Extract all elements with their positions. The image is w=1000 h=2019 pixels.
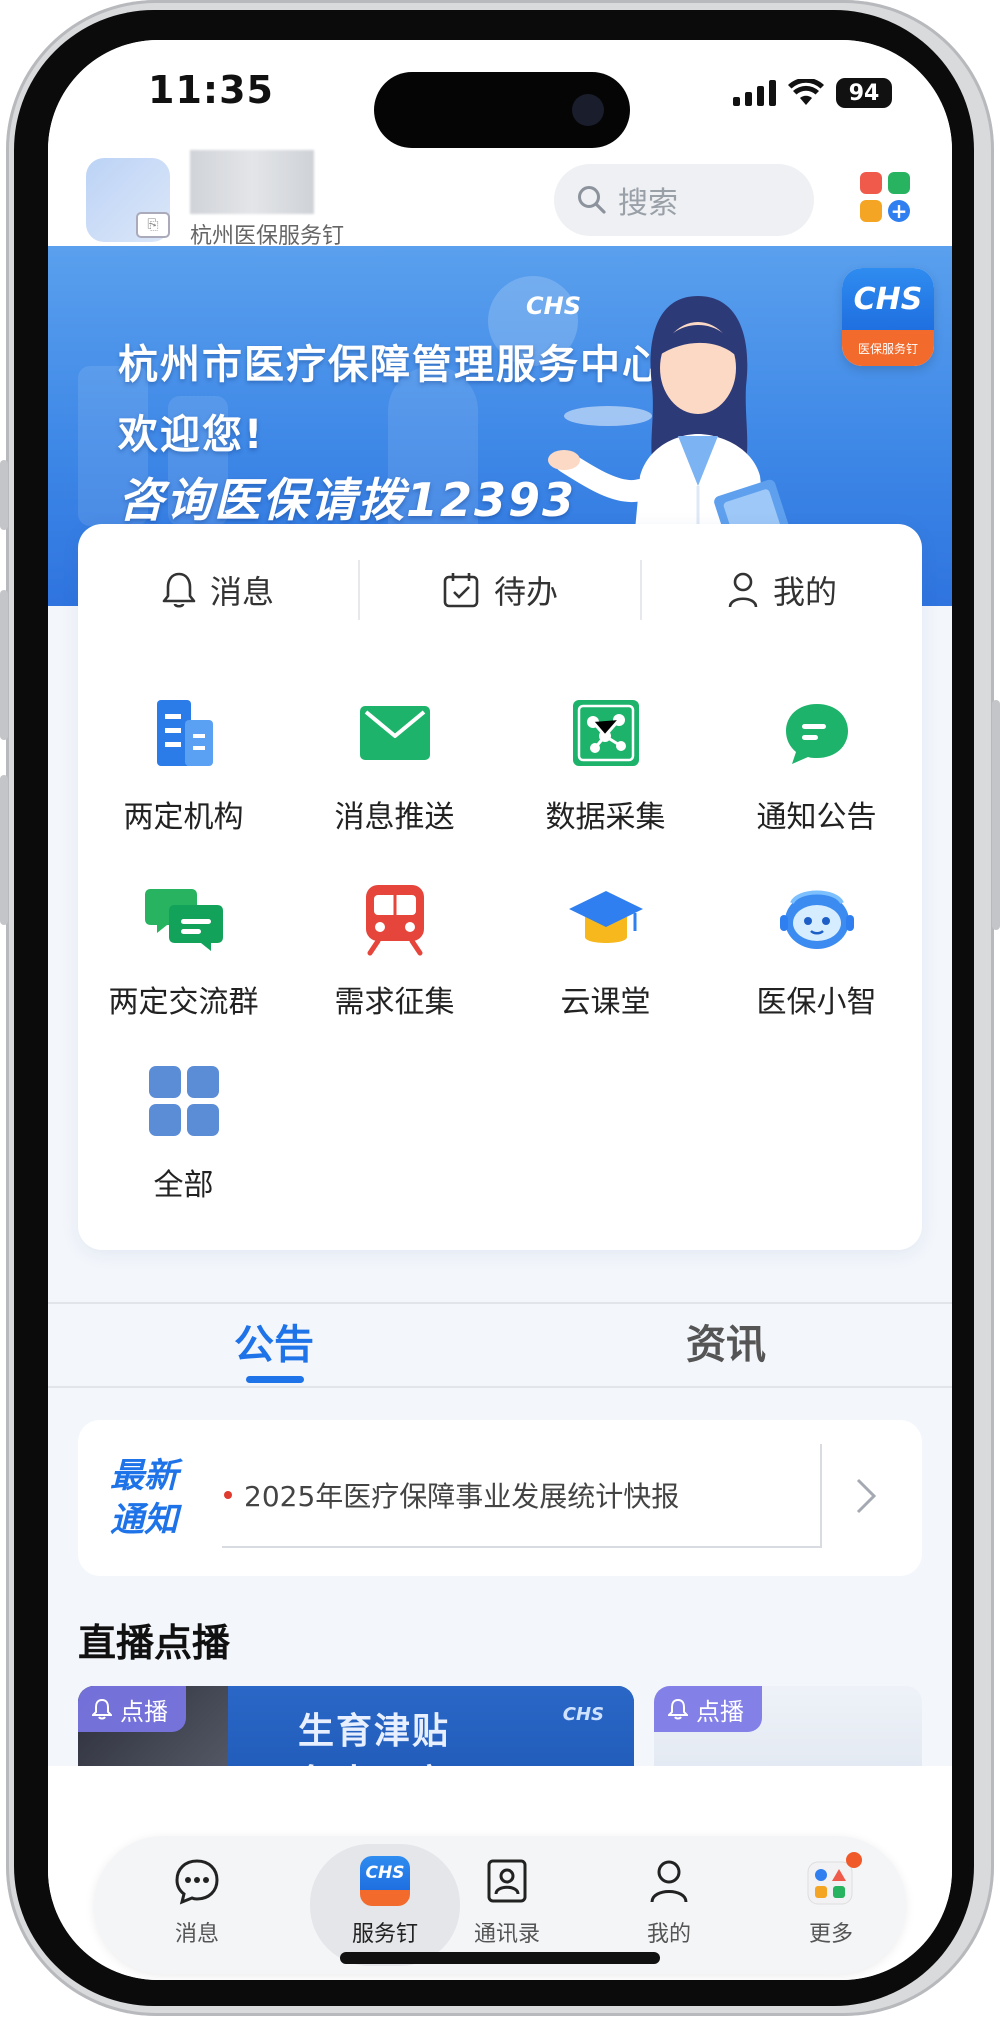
wifi-icon: [788, 79, 824, 105]
active-tab-indicator: [246, 1376, 304, 1383]
service-message-push[interactable]: 消息推送: [289, 694, 500, 864]
chs-icon-text: CHS: [360, 1856, 410, 1890]
quick-tab-label: 待办: [493, 573, 558, 611]
profile-icon: [644, 1856, 694, 1906]
group-chat-icon: [144, 879, 223, 957]
status-time: 11:35: [148, 68, 274, 112]
calendar-check-icon: [443, 573, 479, 608]
quick-tab-label: 我的: [772, 573, 837, 611]
battery-indicator: 94: [836, 78, 892, 108]
bell-icon: [92, 1698, 112, 1720]
section-title-live: 直播点播: [78, 1621, 231, 1665]
chs-app-logo: CHS 医保服务钉: [842, 268, 934, 366]
train-icon: [356, 879, 434, 957]
chs-logo-text: CHS: [842, 268, 934, 330]
data-network-icon: [567, 694, 645, 772]
grid-icon: [145, 1062, 223, 1140]
chevron-right-icon[interactable]: [854, 1476, 878, 1516]
search-icon: [578, 186, 606, 214]
more-apps-icon: [806, 1852, 862, 1906]
notice-item[interactable]: 2025年医疗保障事业发展统计快报: [222, 1444, 822, 1548]
notice-text: 2025年医疗保障事业发展统计快报: [244, 1480, 680, 1513]
service-label: 需求征集: [334, 985, 455, 1020]
quick-tab-messages[interactable]: 消息: [78, 560, 360, 620]
notification-dot: [846, 1852, 862, 1868]
bell-icon: [162, 572, 196, 608]
vod-badge: 点播: [654, 1686, 762, 1732]
quick-tabs: 消息 待办 我的: [78, 560, 922, 620]
graduation-cap-icon: [567, 879, 645, 957]
service-label: 云课堂: [560, 985, 651, 1020]
bullet-dot: [224, 1491, 232, 1499]
app-header: ⎘ 杭州医保服务钉 搜索 +: [48, 150, 952, 249]
phone-side-button: [0, 460, 8, 530]
bell-icon: [668, 1698, 688, 1720]
chat-dots-icon: [172, 1856, 222, 1906]
video-thumbnail-text: 生育津贴: [298, 1711, 451, 1752]
service-label: 全部: [153, 1168, 214, 1203]
chs-app-icon: CHS: [360, 1856, 410, 1906]
phone-volume-up: [0, 590, 8, 740]
quick-tab-label: 消息: [209, 573, 274, 611]
service-two-designated-institutions[interactable]: 两定机构: [78, 694, 289, 864]
chat-bubble-icon: [778, 694, 856, 772]
service-label: 医保小智: [756, 985, 877, 1020]
latest-notice-card[interactable]: 最新 通知 2025年医疗保障事业发展统计快报: [78, 1420, 922, 1576]
service-label: 数据采集: [545, 800, 666, 835]
service-data-collection[interactable]: 数据采集: [500, 694, 711, 864]
chs-logo-subtext: 医保服务钉: [842, 330, 934, 366]
service-exchange-group[interactable]: 两定交流群: [78, 879, 289, 1049]
vod-badge: 点播: [78, 1686, 186, 1732]
vod-badge-label: 点播: [120, 1697, 168, 1726]
screen: 11:35 94 ⎘ 杭州医保服务钉 搜索 + CHS 杭州市医疗保障管理服务中…: [48, 40, 952, 1980]
notice-tag-line1: 最新: [110, 1456, 178, 1496]
tab-announcements[interactable]: 公告: [234, 1312, 314, 1370]
banner-welcome: 欢迎您!: [118, 412, 265, 458]
building-icon: [145, 694, 223, 772]
apps-grid-icon[interactable]: +: [860, 172, 912, 224]
vod-badge-label: 点播: [696, 1697, 744, 1726]
person-icon: [728, 572, 758, 608]
nav-messages[interactable]: 消息: [122, 1836, 272, 1974]
home-indicator[interactable]: [340, 1952, 660, 1964]
quick-tab-mine[interactable]: 我的: [642, 560, 922, 620]
service-notice-announcement[interactable]: 通知公告: [711, 694, 922, 864]
service-label: 消息推送: [334, 800, 455, 835]
search-placeholder: 搜索: [618, 186, 678, 221]
contacts-icon: [482, 1856, 532, 1906]
envelope-icon: [356, 694, 434, 772]
search-input[interactable]: 搜索: [554, 164, 814, 236]
switch-org-icon[interactable]: ⎘: [136, 212, 170, 238]
notice-tag-line2: 通知: [110, 1500, 178, 1540]
robot-icon: [778, 879, 856, 957]
nav-label: 我的: [646, 1922, 691, 1947]
phone-volume-down: [0, 775, 8, 925]
nav-label: 通讯录: [473, 1922, 540, 1947]
phone-power-button: [992, 700, 1000, 930]
service-label: 通知公告: [756, 800, 877, 835]
video-brand: CHS: [562, 1704, 604, 1725]
nav-more[interactable]: 更多: [756, 1836, 906, 1974]
service-ai-assistant[interactable]: 医保小智: [711, 879, 922, 1049]
latest-notice-tag: 最新 通知: [110, 1454, 178, 1542]
service-all[interactable]: 全部: [78, 1062, 289, 1232]
dynamic-island: [374, 72, 630, 148]
service-label: 两定机构: [123, 800, 244, 835]
news-tabs: 公告 资讯: [48, 1302, 952, 1388]
tab-news[interactable]: 资讯: [686, 1312, 766, 1370]
service-cloud-classroom[interactable]: 云课堂: [500, 879, 711, 1049]
camera-icon: [572, 94, 604, 126]
nav-label: 消息: [174, 1922, 219, 1947]
org-name-redacted[interactable]: [190, 150, 314, 214]
service-label: 两定交流群: [108, 985, 259, 1020]
service-card: 消息 待办 我的 两定机构 消息推送 数据采集 通知公告 两定交流群 需求征集 …: [78, 524, 922, 1250]
banner-hotline: 咨询医保请拨12393: [118, 473, 577, 527]
quick-tab-todo[interactable]: 待办: [360, 560, 642, 620]
nav-label: 更多: [808, 1922, 853, 1947]
status-bar: 11:35 94: [48, 40, 952, 150]
signal-icon: [733, 80, 776, 106]
service-demand-collection[interactable]: 需求征集: [289, 879, 500, 1049]
status-indicators: 94: [733, 78, 892, 108]
